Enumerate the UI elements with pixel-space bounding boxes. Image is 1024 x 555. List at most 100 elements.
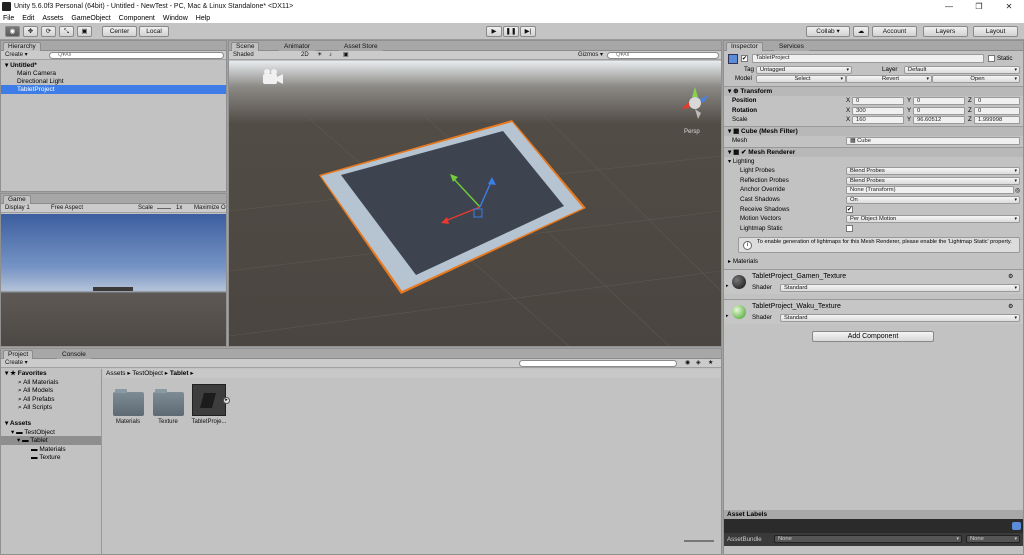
maximize-on-play-toggle[interactable]: Maximize O <box>194 205 226 212</box>
position-y-field[interactable]: 0 <box>913 97 965 105</box>
breadcrumb-testobject[interactable]: TestObject <box>132 370 163 377</box>
lighting-foldout[interactable]: ▾ Lighting <box>728 157 755 166</box>
label-tag-icon[interactable] <box>1012 522 1021 530</box>
material-settings-icon[interactable]: ⚙ <box>1008 303 1013 310</box>
step-button[interactable]: ▶| <box>520 26 536 37</box>
model-revert-button[interactable]: Revert <box>846 75 932 83</box>
layer-dropdown[interactable]: Default <box>904 66 1020 74</box>
mesh-object-field[interactable]: ▦ Cube <box>846 137 1020 145</box>
filter-type-icon[interactable]: ◉ <box>685 360 690 367</box>
rotate-tool-button[interactable]: ⟳ <box>41 26 56 37</box>
close-button[interactable]: ✕ <box>994 0 1024 13</box>
asset-bundle-dropdown[interactable]: None <box>774 535 962 543</box>
play-button[interactable]: ▶ <box>486 26 502 37</box>
tab-services[interactable]: Services <box>774 42 809 51</box>
cloud-button[interactable]: ☁ <box>853 26 869 37</box>
icon-size-slider[interactable] <box>684 540 714 542</box>
scale-y-field[interactable]: 96.60512 <box>913 116 965 124</box>
anchor-override-field[interactable]: None (Transform) <box>846 186 1014 194</box>
tag-dropdown[interactable]: Untagged <box>756 66 852 74</box>
account-dropdown[interactable]: Account <box>872 26 917 37</box>
tab-scene[interactable]: Scene <box>231 42 260 51</box>
add-component-button[interactable]: Add Component <box>812 331 934 342</box>
display-dropdown[interactable]: Display 1 <box>5 205 30 212</box>
material-expand-icon[interactable]: ▸ <box>726 313 729 319</box>
scale-z-field[interactable]: 1.999998 <box>974 116 1020 124</box>
reflection-probes-dropdown[interactable]: Blend Probes <box>846 177 1020 185</box>
rotation-z-field[interactable]: 0 <box>974 107 1020 115</box>
rect-tool-button[interactable]: ▣ <box>77 26 92 37</box>
favorite-all-models[interactable]: ⌕ All Models <box>1 386 101 395</box>
pause-button[interactable]: ❚❚ <box>503 26 519 37</box>
filter-label-icon[interactable]: ◈ <box>696 360 701 367</box>
asset-folder-materials[interactable] <box>113 389 144 416</box>
maximize-button[interactable]: ❐ <box>964 0 994 13</box>
transform-header[interactable]: ▾ ⊕ Transform <box>724 86 1023 96</box>
lightmap-static-checkbox[interactable] <box>846 225 853 232</box>
hand-tool-button[interactable]: ◉ <box>5 26 20 37</box>
orientation-gizmo-center[interactable] <box>689 97 701 109</box>
light-probes-dropdown[interactable]: Blend Probes <box>846 167 1020 175</box>
object-picker-icon[interactable]: ◎ <box>1015 187 1020 194</box>
asset-bundle-variant-dropdown[interactable]: None <box>966 535 1020 543</box>
persp-label[interactable]: Persp <box>684 129 700 135</box>
menu-file[interactable]: File <box>3 15 14 22</box>
breadcrumb-assets[interactable]: Assets <box>106 370 126 377</box>
shader-dropdown[interactable]: Standard <box>780 284 1020 292</box>
menu-assets[interactable]: Assets <box>42 15 63 22</box>
assets-header[interactable]: ▾ Assets <box>1 419 101 428</box>
asset-prefab-tabletproject[interactable] <box>192 384 226 416</box>
rotation-y-field[interactable]: 0 <box>913 107 965 115</box>
collab-button[interactable]: Collab ▾ <box>806 26 850 37</box>
tab-asset-store[interactable]: Asset Store <box>339 42 383 51</box>
pivot-center-button[interactable]: Center <box>102 26 137 37</box>
hierarchy-create-button[interactable]: Create ▾ <box>5 52 28 59</box>
active-checkbox[interactable]: ✔ <box>741 55 748 62</box>
asset-folder-texture[interactable] <box>153 389 184 416</box>
position-x-field[interactable]: 0 <box>852 97 904 105</box>
mesh-filter-header[interactable]: ▾ ▦ Cube (Mesh Filter) <box>724 126 1023 136</box>
lighting-toggle-icon[interactable]: ☀ <box>317 52 322 59</box>
minimize-button[interactable]: — <box>934 0 964 13</box>
aspect-dropdown[interactable]: Free Aspect <box>51 205 83 212</box>
asset-labels-header[interactable]: Asset Labels <box>724 510 1023 519</box>
shading-mode-dropdown[interactable]: Shaded <box>233 52 254 59</box>
expand-prefab-icon[interactable]: ▸ <box>223 397 230 404</box>
tab-console[interactable]: Console <box>57 350 91 359</box>
object-name-field[interactable]: TabletProject <box>752 54 984 63</box>
favorite-search-icon[interactable]: ★ <box>708 360 713 367</box>
position-z-field[interactable]: 0 <box>974 97 1020 105</box>
materials-foldout[interactable]: ▸ Materials <box>728 257 758 266</box>
cast-shadows-dropdown[interactable]: On <box>846 196 1020 204</box>
tab-inspector[interactable]: Inspector <box>726 42 763 51</box>
scene-viewport[interactable]: Persp <box>229 61 721 346</box>
material-expand-icon[interactable]: ▸ <box>726 283 729 289</box>
gizmos-dropdown[interactable]: Gizmos ▾ <box>578 52 603 59</box>
scene-search-input[interactable]: Q▾All <box>607 52 719 59</box>
2d-toggle[interactable]: 2D <box>301 52 309 59</box>
menu-edit[interactable]: Edit <box>22 15 34 22</box>
project-search-input[interactable] <box>519 360 677 367</box>
effects-toggle-icon[interactable]: ▣ <box>343 52 349 59</box>
menu-help[interactable]: Help <box>196 15 210 22</box>
model-open-button[interactable]: Open <box>932 75 1020 83</box>
scale-slider[interactable] <box>157 208 171 209</box>
tree-item-texture[interactable]: ▬ Texture <box>1 453 101 462</box>
favorite-all-scripts[interactable]: ⌕ All Scripts <box>1 403 101 412</box>
tree-item-tablet[interactable]: ▾ ▬ Tablet <box>1 436 101 445</box>
rotation-x-field[interactable]: 300 <box>852 107 904 115</box>
material-settings-icon[interactable]: ⚙ <box>1008 273 1013 280</box>
breadcrumb-tablet[interactable]: Tablet <box>170 370 189 377</box>
scale-tool-button[interactable]: ⤡ <box>59 26 74 37</box>
space-local-button[interactable]: Local <box>139 26 169 37</box>
layers-dropdown[interactable]: Layers <box>923 26 968 37</box>
favorites-header[interactable]: ▾ ★ Favorites <box>1 369 101 378</box>
menu-component[interactable]: Component <box>119 15 155 22</box>
tab-project[interactable]: Project <box>3 350 34 359</box>
hierarchy-search-input[interactable]: Q▾All <box>49 52 224 59</box>
shader-dropdown[interactable]: Standard <box>780 314 1020 322</box>
tab-game[interactable]: Game <box>3 195 31 204</box>
menu-window[interactable]: Window <box>163 15 188 22</box>
static-checkbox[interactable] <box>988 55 995 62</box>
game-view-render[interactable] <box>1 214 226 346</box>
